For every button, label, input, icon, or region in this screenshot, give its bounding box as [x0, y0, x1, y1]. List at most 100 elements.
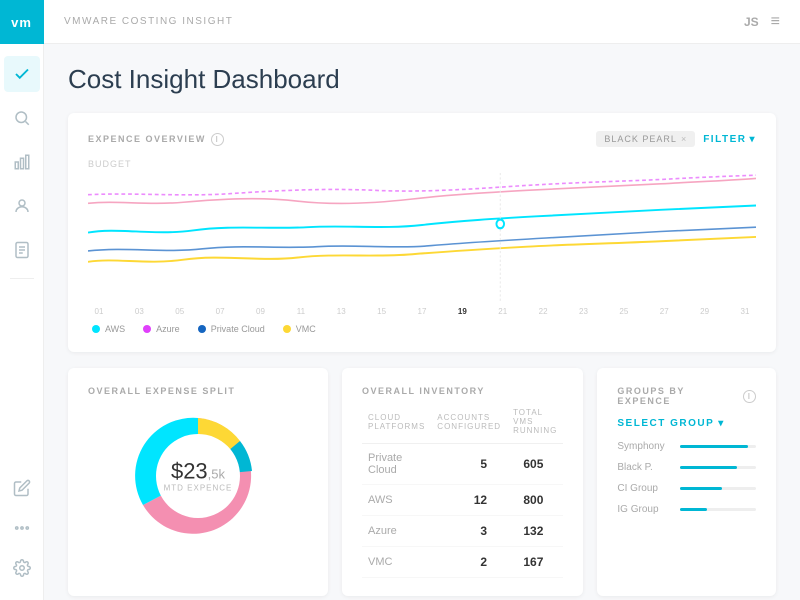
- x-label-active: 19: [455, 307, 469, 316]
- inv-col-accounts: Accounts Configured: [431, 404, 507, 444]
- platform-cell: AWS: [362, 485, 431, 516]
- topbar-title: VMWARE COSTING INSIGHT: [64, 16, 233, 27]
- x-label: 21: [496, 307, 510, 316]
- group-name: IG Group: [617, 504, 672, 515]
- group-row: Black P.: [617, 462, 756, 473]
- legend-azure: Azure: [143, 324, 180, 334]
- inventory-label: OVERALL INVENTORY: [362, 386, 563, 396]
- sidebar-item-search[interactable]: [4, 100, 40, 136]
- topbar-user: JS: [744, 15, 759, 29]
- group-bar-fill: [680, 487, 722, 490]
- main-content: VMWARE COSTING INSIGHT JS ≡ Cost Insight…: [44, 0, 800, 600]
- legend-private-cloud: Private Cloud: [198, 324, 265, 334]
- sidebar-item-more[interactable]: [4, 510, 40, 546]
- accounts-cell: 3: [431, 516, 507, 547]
- platform-cell: Azure: [362, 516, 431, 547]
- filter-area: BLACK PEARL × fiLTER ▾: [596, 131, 756, 147]
- sidebar-item-check[interactable]: [4, 56, 40, 92]
- legend-aws: AWS: [92, 324, 125, 334]
- vms-cell: 605: [507, 444, 563, 485]
- legend-dot-aws: [92, 325, 100, 333]
- group-bar-track: [680, 466, 756, 469]
- x-label: 17: [415, 307, 429, 316]
- x-label: 05: [173, 307, 187, 316]
- sidebar-item-gear[interactable]: [4, 550, 40, 586]
- donut-chart: $23,5k MTD EXPENCE: [128, 406, 268, 546]
- legend-vmc: VMC: [283, 324, 316, 334]
- group-bar-fill: [680, 466, 737, 469]
- legend-dot-vmc: [283, 325, 291, 333]
- x-label: 29: [698, 307, 712, 316]
- accounts-cell: 5: [431, 444, 507, 485]
- group-row: Symphony: [617, 441, 756, 452]
- group-bar-track: [680, 487, 756, 490]
- x-label: 01: [92, 307, 106, 316]
- sidebar: vm: [0, 0, 44, 600]
- expense-overview-card: EXPENCE OVERVIEW i BLACK PEARL × fiLTER …: [68, 113, 776, 352]
- select-group-button[interactable]: SELECT GROUP ▾: [617, 418, 756, 429]
- group-name: Black P.: [617, 462, 672, 473]
- x-label: 15: [375, 307, 389, 316]
- group-row: CI Group: [617, 483, 756, 494]
- group-bar-track: [680, 508, 756, 511]
- x-label: 11: [294, 307, 308, 316]
- filter-tag[interactable]: BLACK PEARL ×: [596, 131, 695, 147]
- groups-header: GROUPS BY EXPENCE i: [617, 386, 756, 406]
- group-name: CI Group: [617, 483, 672, 494]
- chart-legend: AWS Azure Private Cloud VMC: [88, 324, 756, 334]
- table-row: Private Cloud 5 605: [362, 444, 563, 485]
- x-label: 07: [213, 307, 227, 316]
- expense-overview-label: EXPENCE OVERVIEW i: [88, 133, 224, 146]
- filter-tag-close[interactable]: ×: [681, 134, 687, 144]
- sidebar-item-doc[interactable]: [4, 232, 40, 268]
- select-group-chevron-icon: ▾: [718, 418, 725, 429]
- topbar-right: JS ≡: [744, 13, 780, 31]
- legend-dot-azure: [143, 325, 151, 333]
- sidebar-item-edit[interactable]: [4, 470, 40, 506]
- groups-info-icon[interactable]: i: [743, 390, 756, 403]
- x-label: 22: [536, 307, 550, 316]
- topbar: VMWARE COSTING INSIGHT JS ≡: [44, 0, 800, 44]
- budget-label: Budget: [88, 159, 132, 169]
- bottom-grid: OVERALL EXPENSE SPLIT: [68, 368, 776, 600]
- inventory-table: Cloud Platforms Accounts Configured Tota…: [362, 404, 563, 578]
- platform-cell: Private Cloud: [362, 444, 431, 485]
- group-bar-fill: [680, 445, 748, 448]
- expense-chart-svg: [88, 173, 756, 303]
- x-label: 31: [738, 307, 752, 316]
- x-label: 03: [132, 307, 146, 316]
- groups-label: GROUPS BY EXPENCE i: [617, 386, 756, 406]
- sidebar-logo: vm: [0, 0, 44, 44]
- inv-col-platform: Cloud Platforms: [362, 404, 431, 444]
- group-row: IG Group: [617, 504, 756, 515]
- expense-overview-header: EXPENCE OVERVIEW i BLACK PEARL × fiLTER …: [88, 131, 756, 147]
- sidebar-bottom: [4, 466, 40, 590]
- x-label: 09: [254, 307, 268, 316]
- inventory-card: OVERALL INVENTORY Cloud Platforms Accoun…: [342, 368, 583, 596]
- page-title: Cost Insight Dashboard: [68, 64, 776, 95]
- chart-x-axis: 01 03 05 07 09 11 13 15 17 19 21 22 23 2…: [88, 307, 756, 316]
- accounts-cell: 2: [431, 547, 507, 578]
- group-bar-track: [680, 445, 756, 448]
- group-name: Symphony: [617, 441, 672, 452]
- filter-chevron-icon: ▾: [749, 134, 756, 145]
- groups-list: Symphony Black P. CI Group IG Group: [617, 441, 756, 515]
- vms-cell: 132: [507, 516, 563, 547]
- expense-split-card: OVERALL EXPENSE SPLIT: [68, 368, 328, 596]
- table-row: Azure 3 132: [362, 516, 563, 547]
- legend-dot-private-cloud: [198, 325, 206, 333]
- platform-cell: VMC: [362, 547, 431, 578]
- x-label: 25: [617, 307, 631, 316]
- table-row: AWS 12 800: [362, 485, 563, 516]
- x-label: 27: [657, 307, 671, 316]
- x-label: 23: [577, 307, 591, 316]
- filter-button[interactable]: fiLTER ▾: [703, 134, 756, 145]
- sidebar-item-chart[interactable]: [4, 144, 40, 180]
- topbar-menu-icon[interactable]: ≡: [771, 13, 780, 31]
- groups-card: GROUPS BY EXPENCE i SELECT GROUP ▾ Symph…: [597, 368, 776, 596]
- group-bar-fill: [680, 508, 706, 511]
- accounts-cell: 12: [431, 485, 507, 516]
- x-label: 13: [334, 307, 348, 316]
- sidebar-item-user[interactable]: [4, 188, 40, 224]
- expense-overview-info-icon[interactable]: i: [211, 133, 224, 146]
